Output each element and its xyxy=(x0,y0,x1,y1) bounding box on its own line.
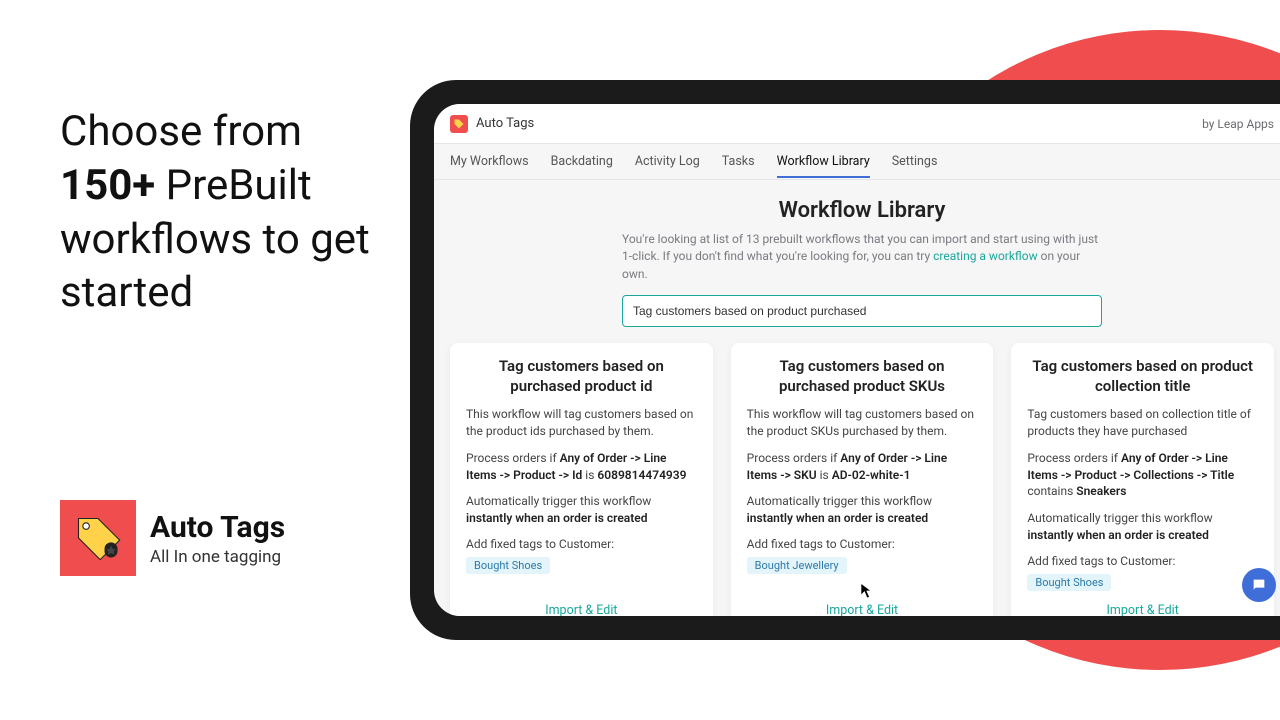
card-tag-label: Add fixed tags to Customer: xyxy=(466,537,614,551)
card-trigger: Automatically trigger this workflow inst… xyxy=(1027,510,1258,544)
card-rule: Process orders if Any of Order -> Line I… xyxy=(1027,450,1258,500)
headline-part-1: Choose from xyxy=(60,107,302,156)
card-title: Tag customers based on purchased product… xyxy=(747,357,978,396)
card-tag-row: Add fixed tags to Customer: Bought Jewel… xyxy=(747,537,978,574)
tab-backdating[interactable]: Backdating xyxy=(551,146,613,177)
brand-icon xyxy=(60,500,136,576)
headline-part-4: started xyxy=(60,268,193,317)
app-vendor: by Leap Apps xyxy=(1202,117,1274,131)
create-workflow-link[interactable]: creating a workflow xyxy=(933,249,1038,263)
card-trigger: Automatically trigger this workflow inst… xyxy=(466,493,697,527)
app-title: Auto Tags xyxy=(476,116,534,131)
workflow-cards: Tag customers based on purchased product… xyxy=(450,343,1274,616)
card-title: Tag customers based on product collectio… xyxy=(1027,357,1258,396)
brand-subtitle: All In one tagging xyxy=(150,547,285,567)
search-input[interactable] xyxy=(622,295,1102,327)
brand-name: Auto Tags xyxy=(150,510,285,545)
tag-chip: Bought Shoes xyxy=(466,557,550,574)
card-title: Tag customers based on purchased product… xyxy=(466,357,697,396)
tab-tasks[interactable]: Tasks xyxy=(722,146,755,177)
headline-bold: 150+ xyxy=(60,161,155,210)
card-tag-row: Add fixed tags to Customer: Bought Shoes xyxy=(1027,554,1258,591)
headline-part-3: workflows to get xyxy=(60,215,370,264)
headline-part-2: PreBuilt xyxy=(155,161,312,210)
page-body: Workflow Library You're looking at list … xyxy=(434,180,1280,616)
card-trigger: Automatically trigger this workflow inst… xyxy=(747,493,978,527)
tab-workflow-library[interactable]: Workflow Library xyxy=(777,146,870,177)
tag-chip: Bought Shoes xyxy=(1027,574,1111,591)
tab-my-workflows[interactable]: My Workflows xyxy=(450,146,529,177)
tab-bar: My Workflows Backdating Activity Log Tas… xyxy=(434,144,1280,180)
card-tag-label: Add fixed tags to Customer: xyxy=(1027,554,1175,568)
device-frame: Auto Tags by Leap Apps My Workflows Back… xyxy=(410,80,1280,640)
import-edit-button[interactable]: Import & Edit xyxy=(1107,603,1179,616)
cursor-icon xyxy=(860,582,874,600)
card-tag-label: Add fixed tags to Customer: xyxy=(747,537,895,551)
workflow-card: Tag customers based on product collectio… xyxy=(1011,343,1274,616)
chat-icon xyxy=(1251,577,1267,593)
card-description: Tag customers based on collection title … xyxy=(1027,406,1258,440)
brand-block: Auto Tags All In one tagging xyxy=(60,500,285,576)
workflow-card: Tag customers based on purchased product… xyxy=(450,343,713,616)
card-rule: Process orders if Any of Order -> Line I… xyxy=(747,450,978,484)
page-description: You're looking at list of 13 prebuilt wo… xyxy=(622,231,1102,283)
marketing-headline: Choose from 150+ PreBuilt workflows to g… xyxy=(60,105,390,320)
chat-button[interactable] xyxy=(1242,568,1276,602)
card-description: This workflow will tag customers based o… xyxy=(466,406,697,440)
tab-activity-log[interactable]: Activity Log xyxy=(635,146,700,177)
import-edit-button[interactable]: Import & Edit xyxy=(545,603,617,616)
page-title: Workflow Library xyxy=(450,198,1274,223)
app-screen: Auto Tags by Leap Apps My Workflows Back… xyxy=(434,104,1280,616)
app-header: Auto Tags by Leap Apps xyxy=(434,104,1280,144)
card-rule: Process orders if Any of Order -> Line I… xyxy=(466,450,697,484)
tab-settings[interactable]: Settings xyxy=(892,146,938,177)
app-icon xyxy=(450,115,468,133)
card-description: This workflow will tag customers based o… xyxy=(747,406,978,440)
tag-chip: Bought Jewellery xyxy=(747,557,847,574)
workflow-card: Tag customers based on purchased product… xyxy=(731,343,994,616)
import-edit-button[interactable]: Import & Edit xyxy=(826,603,898,616)
card-tag-row: Add fixed tags to Customer: Bought Shoes xyxy=(466,537,697,574)
